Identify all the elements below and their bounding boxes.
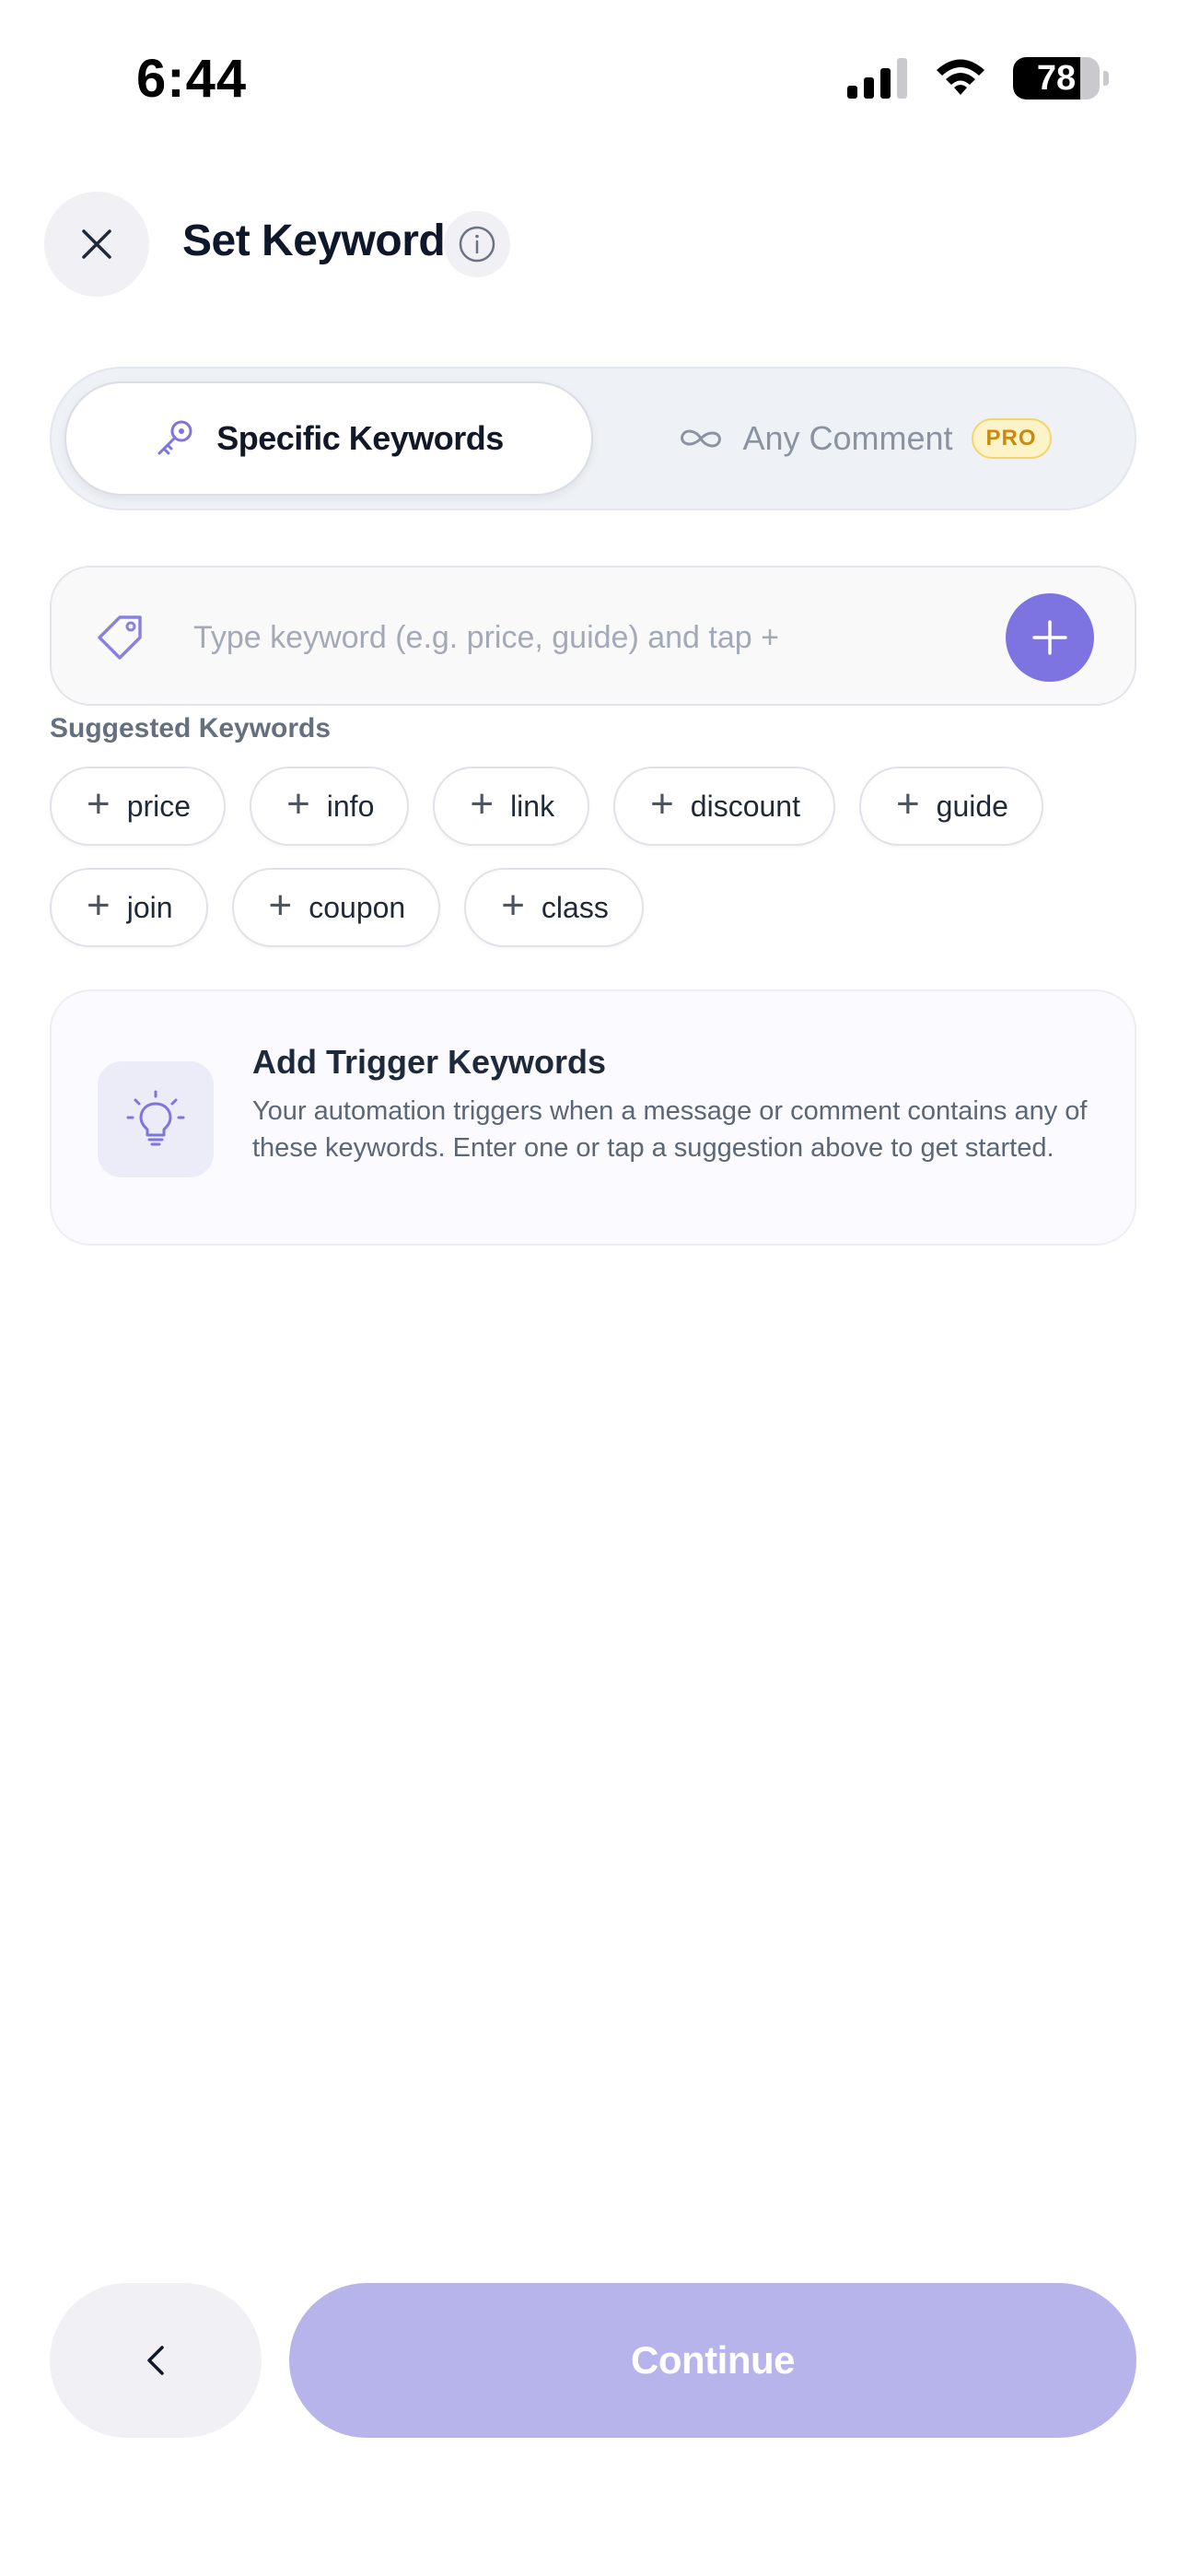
battery-cap bbox=[1103, 71, 1109, 86]
pro-badge: PRO bbox=[971, 418, 1052, 459]
tab-specific-keywords-label: Specific Keywords bbox=[216, 419, 504, 457]
signal-icon bbox=[847, 58, 907, 99]
chip-label: guide bbox=[936, 789, 1008, 823]
info-icon bbox=[459, 226, 495, 263]
chip-label: link bbox=[510, 789, 555, 823]
key-icon bbox=[157, 420, 192, 455]
suggested-keywords-title: Suggested Keywords bbox=[50, 713, 332, 744]
chip-label: info bbox=[326, 789, 375, 823]
keyword-input-container bbox=[50, 566, 1136, 706]
plus-icon: + bbox=[650, 781, 674, 826]
plus-icon: + bbox=[87, 781, 111, 826]
keyword-chip-coupon[interactable]: + coupon bbox=[231, 868, 441, 947]
status-indicators: 78 bbox=[847, 57, 1109, 100]
lightbulb-icon bbox=[126, 1090, 185, 1146]
chip-row: + price + info + link + discount + guide bbox=[50, 767, 1136, 846]
tab-specific-keywords[interactable]: Specific Keywords bbox=[64, 381, 593, 496]
tab-any-comment-label: Any Comment bbox=[742, 419, 953, 457]
infinity-icon bbox=[681, 429, 722, 448]
battery-level: 78 bbox=[1036, 58, 1077, 98]
chevron-left-icon bbox=[147, 2346, 164, 2375]
battery-indicator: 78 bbox=[1013, 57, 1100, 100]
continue-button[interactable]: Continue bbox=[289, 2283, 1136, 2438]
keyword-chip-discount[interactable]: + discount bbox=[613, 767, 835, 846]
chip-label: discount bbox=[690, 789, 800, 823]
chip-label: join bbox=[126, 890, 173, 924]
plus-icon: + bbox=[895, 781, 920, 826]
close-icon bbox=[82, 229, 111, 259]
suggested-keywords: + price + info + link + discount + guide + joi… bbox=[50, 767, 1136, 969]
keyword-chip-info[interactable]: + info bbox=[250, 767, 410, 846]
info-card-body: Your automation triggers when a message … bbox=[252, 1096, 1088, 1163]
status-bar: 6:44 78 bbox=[0, 0, 1188, 157]
wifi-icon bbox=[937, 59, 984, 95]
info-button[interactable] bbox=[444, 211, 510, 277]
close-button[interactable] bbox=[44, 192, 149, 297]
keyword-chip-price[interactable]: + price bbox=[50, 767, 227, 846]
chip-label: price bbox=[126, 789, 192, 823]
page-title: Set Keywords bbox=[182, 217, 470, 265]
add-keyword-button[interactable] bbox=[1006, 593, 1094, 682]
chip-label: class bbox=[541, 890, 609, 924]
keyword-chip-guide[interactable]: + guide bbox=[858, 767, 1043, 846]
keyword-input[interactable] bbox=[193, 601, 985, 674]
tag-icon bbox=[98, 615, 142, 660]
keyword-mode-toggle: Specific Keywords Any Comment PRO bbox=[50, 367, 1136, 510]
plus-icon bbox=[1032, 620, 1067, 655]
tab-any-comment[interactable]: Any Comment PRO bbox=[604, 381, 1125, 496]
chip-label: coupon bbox=[309, 890, 406, 924]
info-card-title: Add Trigger Keywords bbox=[252, 1043, 607, 1081]
back-button[interactable] bbox=[50, 2283, 262, 2438]
plus-icon: + bbox=[87, 883, 111, 928]
lightbulb-icon-container bbox=[98, 1061, 214, 1177]
keyword-chip-class[interactable]: + class bbox=[464, 868, 644, 947]
keyword-chip-join[interactable]: + join bbox=[50, 868, 208, 947]
chip-row: + join + coupon + class bbox=[50, 868, 1136, 947]
trigger-keywords-info-card: Add Trigger Keywords Your automation tri… bbox=[50, 989, 1136, 1246]
keyword-chip-link[interactable]: + link bbox=[433, 767, 590, 846]
plus-icon: + bbox=[286, 781, 310, 826]
plus-icon: + bbox=[268, 883, 293, 928]
plus-icon: + bbox=[470, 781, 495, 826]
status-time: 6:44 bbox=[136, 49, 248, 109]
plus-icon: + bbox=[501, 883, 525, 928]
